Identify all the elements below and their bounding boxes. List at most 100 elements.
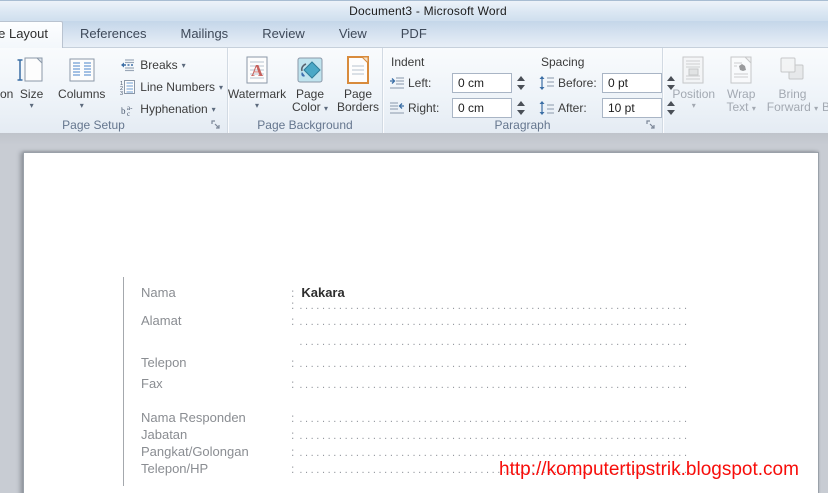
indent-right-spin-buttons[interactable]	[512, 98, 527, 118]
group-page-background: A Watermark ▾ Page Color ▾ Page Borders …	[228, 48, 383, 134]
colon: :	[291, 428, 295, 442]
document-page[interactable]: Nama : Kakara : ........................…	[23, 152, 819, 493]
position-button[interactable]: Position ▾	[669, 52, 718, 112]
page-borders-icon	[342, 54, 374, 86]
tab-references[interactable]: References	[63, 22, 163, 47]
chevron-down-icon: ▾	[79, 101, 84, 110]
send-backward-label-line2: Backward ▾	[821, 100, 828, 114]
field-label: Telepon/HP	[141, 461, 209, 476]
colon: :	[291, 298, 295, 312]
breaks-button[interactable]: Breaks ▾	[116, 54, 227, 76]
spacing-after-input[interactable]: 10 pt	[602, 98, 662, 118]
line-numbers-icon: 1 2 3	[120, 79, 136, 95]
bring-forward-icon	[776, 54, 808, 86]
page-background-group-label: Page Background	[257, 118, 353, 132]
tab-view[interactable]: View	[322, 22, 384, 47]
wrap-text-label-line2: Text ▾	[726, 100, 756, 114]
nama-value[interactable]: Kakara	[301, 285, 344, 300]
page-borders-label-line2: Borders	[336, 100, 380, 114]
colon: :	[291, 411, 295, 425]
tab-review[interactable]: Review	[245, 22, 322, 47]
colon: :	[291, 462, 295, 476]
chevron-down-icon: ▾	[324, 104, 329, 113]
watermark-url: http://komputertipstrik.blogspot.com	[499, 459, 799, 480]
bring-forward-label-line2: Forward ▾	[766, 100, 819, 114]
hyphenation-button[interactable]: b a- c Hyphenation ▾	[116, 98, 227, 120]
ribbon: Orientation ▾ Size ▾	[0, 48, 828, 135]
wrap-text-button[interactable]: Wrap Text ▾	[718, 52, 764, 116]
bring-forward-button[interactable]: Bring Forward ▾	[764, 52, 821, 116]
field-label: Pangkat/Golongan	[141, 444, 249, 459]
breaks-label: Breaks	[140, 58, 178, 72]
colon: :	[291, 445, 295, 459]
tab-page-layout[interactable]: Page Layout	[0, 21, 64, 48]
spin-up-icon[interactable]	[517, 76, 525, 81]
dotted-line: ........................................…	[299, 413, 689, 425]
form-row-telepon: Telepon : ..............................…	[141, 355, 689, 376]
hyphenation-icon: b a- c	[120, 101, 136, 117]
chevron-down-icon: ▾	[691, 101, 696, 110]
spin-up-icon[interactable]	[517, 101, 525, 106]
tab-mailings[interactable]: Mailings	[164, 22, 246, 47]
chevron-down-icon: ▾	[254, 101, 259, 110]
form-row-nama: Nama : Kakara : ........................…	[141, 285, 689, 313]
indent-right-input[interactable]: 0 cm	[452, 98, 512, 118]
size-icon	[16, 54, 48, 86]
chevron-down-icon: ▾	[814, 104, 819, 113]
chevron-down-icon: ▾	[211, 104, 216, 114]
indent-left-spinner: 0 cm	[452, 73, 527, 93]
spin-down-icon[interactable]	[517, 85, 525, 90]
title-bar: Document3 - Microsoft Word	[0, 0, 828, 21]
indent-left-input[interactable]: 0 cm	[452, 73, 512, 93]
indent-left-label: Left:	[408, 76, 432, 90]
spacing-before-icon	[539, 75, 555, 91]
line-numbers-button[interactable]: 1 2 3 Line Numbers ▾	[116, 76, 227, 98]
page-color-label-line2: Color ▾	[291, 100, 329, 114]
page-borders-button[interactable]: Page Borders	[334, 52, 382, 116]
indent-header: Indent	[391, 55, 425, 69]
indent-left-icon	[389, 75, 405, 91]
position-icon	[678, 54, 710, 86]
indent-right-spinner: 0 cm	[452, 98, 527, 118]
field-label: Telepon	[141, 355, 187, 370]
columns-button[interactable]: Columns ▾	[55, 52, 108, 112]
spin-down-icon[interactable]	[517, 110, 525, 115]
paragraph-dialog-launcher[interactable]	[645, 119, 657, 131]
spacing-after-icon	[539, 100, 555, 116]
dotted-line: ........................................…	[299, 300, 689, 312]
colon: :	[291, 377, 295, 391]
dotted-line: ........................................…	[299, 379, 689, 391]
window-title: Document3 - Microsoft Word	[349, 4, 507, 18]
ribbon-tab-strip: Page Layout References Mailings Review V…	[0, 21, 828, 48]
send-backward-button[interactable]: Send Backward ▾	[821, 52, 828, 116]
tab-pdf[interactable]: PDF	[384, 22, 444, 47]
page-color-icon	[294, 54, 326, 86]
dotted-line: ........................................…	[299, 316, 689, 328]
chevron-down-icon: ▾	[181, 60, 186, 70]
watermark-icon: A	[241, 54, 273, 86]
group-paragraph: Indent Left: 0 cm Right: 0 cm Spacing Be…	[383, 48, 675, 134]
spacing-before-input[interactable]: 0 pt	[602, 73, 662, 93]
svg-text:3: 3	[120, 91, 123, 95]
size-button[interactable]: Size ▾	[8, 52, 55, 112]
field-label: Fax	[141, 376, 163, 391]
indent-right-icon	[389, 100, 405, 116]
spacing-after-label: After:	[558, 101, 587, 115]
chevron-down-icon: ▾	[218, 82, 223, 92]
page-color-button[interactable]: Page Color ▾	[286, 52, 334, 116]
document-area: Nama : Kakara : ........................…	[0, 133, 828, 493]
orientation-button[interactable]: Orientation ▾	[0, 52, 13, 112]
form-section-gap	[141, 397, 689, 410]
watermark-button[interactable]: A Watermark ▾	[228, 52, 286, 112]
group-arrange: Position ▾ Wrap Text ▾ Bring Forward ▾ B	[663, 48, 828, 134]
svg-text:c: c	[127, 110, 130, 117]
indent-left-spin-buttons[interactable]	[512, 73, 527, 93]
indent-right-label: Right:	[408, 101, 440, 115]
form-row-alamat-cont: : ......................................…	[141, 334, 689, 355]
page-setup-dialog-launcher[interactable]	[210, 119, 222, 131]
watermark-label: Watermark	[227, 87, 287, 101]
spacing-header: Spacing	[541, 55, 585, 69]
spacing-before-label: Before:	[558, 76, 597, 90]
form-row-nama-responden: Nama Responden : .......................…	[141, 410, 689, 427]
line-numbers-label: Line Numbers	[140, 80, 215, 94]
